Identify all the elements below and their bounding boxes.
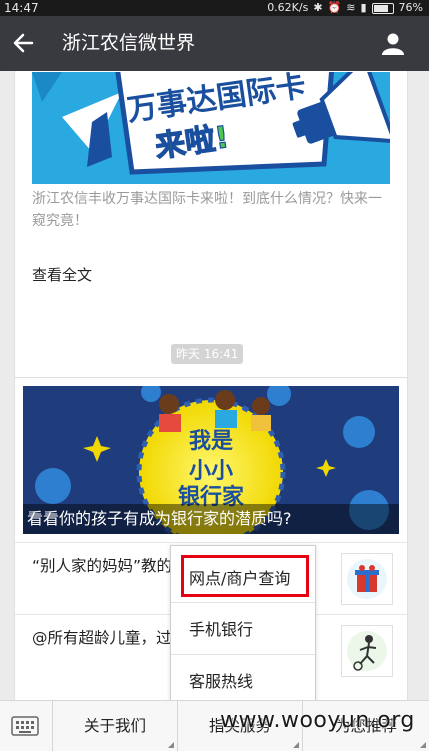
menu-tab-fingertip-service[interactable]: 指尖服务 (178, 701, 303, 751)
battery-icon (371, 2, 394, 14)
battery-percent: 76% (398, 1, 423, 14)
menu-tab-label: 为您推荐 (334, 717, 397, 735)
kid-thumbnail (341, 625, 393, 677)
news-banner-caption: 看看你的孩子有成为银行家的潜质吗? (23, 504, 399, 534)
back-arrow-icon[interactable] (12, 31, 34, 55)
network-speed: 0.62K/s (267, 1, 309, 14)
profile-icon[interactable] (381, 31, 405, 55)
menu-item-mobile-banking[interactable]: 手机银行 (171, 602, 315, 655)
message-list[interactable]: 万事达国际卡 来啦! 浙江农信丰收万事达国际卡来啦！到底什么情况？快来一窥究竟！… (0, 71, 429, 700)
keyboard-icon (11, 716, 39, 736)
card-banner-image: 万事达国际卡 来啦! (32, 72, 390, 184)
read-full-article-link[interactable]: 查看全文 (32, 264, 92, 285)
submenu-indicator-icon (420, 742, 426, 748)
status-bar: 14:47 0.62K/s ✱ ⏰ ≋ ▮ 76% (0, 0, 429, 16)
submenu-indicator-icon (293, 742, 299, 748)
service-popup-menu: 网点/商户查询 手机银行 客服热线 (170, 545, 316, 700)
bottom-menu-bar: 关于我们 指尖服务 为您推荐 (0, 700, 429, 751)
signal-icon: ▮ (360, 1, 367, 14)
menu-tab-recommendations[interactable]: 为您推荐 (303, 701, 429, 751)
menu-tab-label: 指尖服务 (208, 717, 271, 735)
bluetooth-icon: ✱ (313, 1, 323, 14)
gift-thumbnail (341, 553, 393, 605)
wifi-icon: ≋ (346, 1, 356, 14)
submenu-indicator-icon (168, 742, 174, 748)
article-card[interactable]: 万事达国际卡 来啦! 浙江农信丰收万事达国际卡来啦！到底什么情况？快来一窥究竟！… (14, 71, 408, 384)
nav-bar: 浙江农信微世界 (0, 16, 429, 71)
mastercard-promo-illustration: 万事达国际卡 来啦! (32, 72, 390, 184)
menu-tab-about-us[interactable]: 关于我们 (53, 701, 178, 751)
article-description: 浙江农信丰收万事达国际卡来啦！到底什么情况？快来一窥究竟！ (32, 191, 382, 229)
alarm-icon: ⏰ (327, 1, 342, 14)
menu-item-branch-search[interactable]: 网点/商户查询 (171, 552, 315, 605)
menu-tab-label: 关于我们 (83, 717, 146, 735)
keyboard-toggle-button[interactable] (0, 701, 53, 751)
message-timestamp: 昨天 16:41 (171, 344, 244, 364)
menu-item-service-hotline[interactable]: 客服热线 (171, 654, 315, 700)
status-right-group: 0.62K/s ✱ ⏰ ≋ ▮ 76% (267, 0, 423, 16)
page-title: 浙江农信微世界 (62, 32, 196, 54)
banner-badge-line1: 我是 (189, 429, 233, 454)
news-banner-image[interactable]: 我是 小小 银行家 看看你的孩子有成为银行家的潜质吗? (23, 386, 399, 534)
status-time: 14:47 (4, 1, 39, 15)
banner-badge-line2: 小小 (189, 459, 233, 484)
